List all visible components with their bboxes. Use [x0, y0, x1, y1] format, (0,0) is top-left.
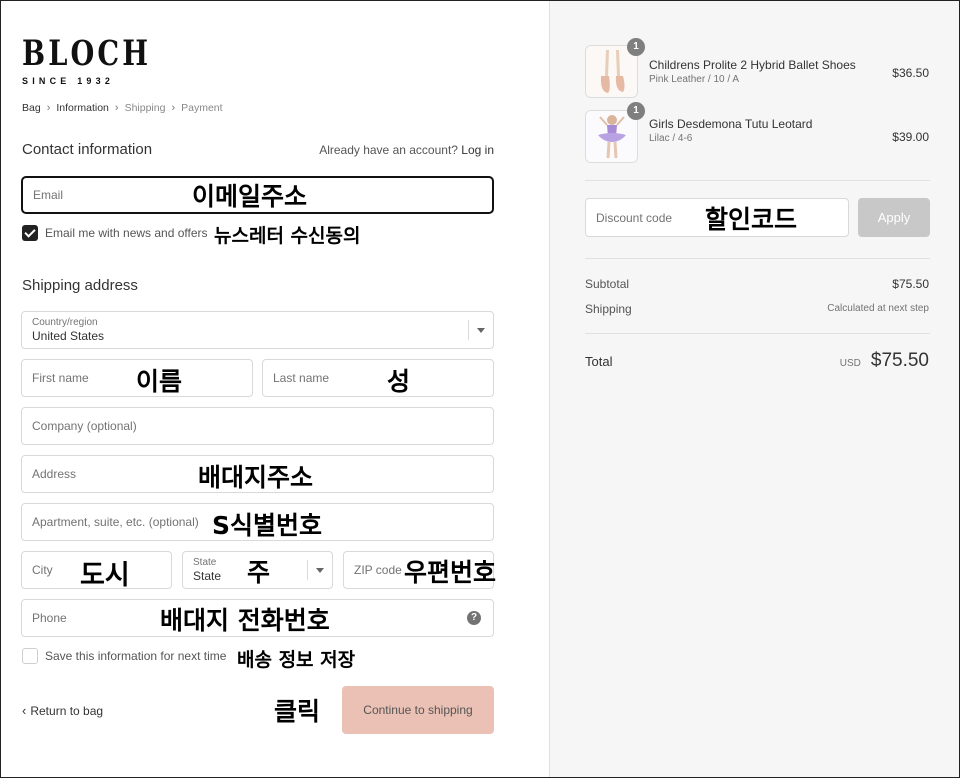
address-placeholder: Address	[32, 467, 77, 481]
country-label: Country/region	[32, 317, 98, 328]
newsletter-checkbox[interactable]	[22, 225, 38, 241]
apartment-placeholder: Apartment, suite, etc. (optional)	[32, 515, 199, 529]
state-value: State	[193, 569, 222, 583]
breadcrumb: Bag › Information › Shipping › Payment	[22, 102, 223, 114]
chevron-left-icon: ‹	[22, 703, 27, 718]
product-price: $39.00	[892, 130, 929, 144]
last-name-field[interactable]: Last name	[262, 359, 494, 397]
country-value: United States	[32, 329, 105, 343]
annotation-click: 클릭	[274, 697, 321, 726]
annotation-save: 배송 정보 저장	[237, 649, 356, 671]
annotation-last-name: 성	[387, 367, 411, 396]
last-name-placeholder: Last name	[273, 371, 330, 385]
phone-placeholder: Phone	[32, 611, 67, 625]
shipping-value: Calculated at next step	[827, 303, 929, 314]
country-select[interactable]: Country/region United States	[21, 311, 494, 349]
product-name: Childrens Prolite 2 Hybrid Ballet Shoes	[649, 58, 856, 72]
return-to-bag-link[interactable]: ‹ Return to bag	[22, 703, 103, 718]
chevron-right-icon: ›	[46, 102, 51, 114]
contact-title: Contact information	[22, 141, 153, 158]
annotation-city: 도시	[80, 560, 130, 591]
help-icon[interactable]: ?	[467, 611, 481, 625]
shipping-label: Shipping	[585, 302, 632, 316]
total-label: Total	[585, 354, 613, 369]
company-field[interactable]: Company (optional)	[21, 407, 494, 445]
save-info-checkbox[interactable]	[22, 648, 38, 664]
product-name: Girls Desdemona Tutu Leotard	[649, 117, 813, 131]
save-info-label: Save this information for next time	[45, 649, 227, 663]
product-variant: Lilac / 4-6	[649, 133, 693, 144]
breadcrumb-information: Information	[56, 102, 109, 114]
apply-button[interactable]: Apply	[858, 198, 930, 237]
shipping-title: Shipping address	[22, 277, 138, 294]
annotation-address: 배대지주소	[198, 463, 314, 492]
state-label: State	[193, 557, 217, 568]
return-label: Return to bag	[30, 703, 104, 718]
annotation-newsletter: 뉴스레터 수신동의	[214, 225, 361, 247]
discount-placeholder: Discount code	[596, 210, 673, 225]
total-value: $75.50	[870, 350, 929, 371]
chevron-right-icon: ›	[114, 102, 119, 114]
account-prompt-text: Already have an account?	[319, 143, 458, 157]
product-variant: Pink Leather / 10 / A	[649, 74, 740, 85]
login-link[interactable]: Log in	[461, 143, 494, 157]
chevron-down-icon	[307, 560, 332, 580]
first-name-placeholder: First name	[32, 371, 89, 385]
total-currency: USD	[839, 358, 861, 369]
zip-placeholder: ZIP code	[354, 563, 402, 577]
brand-logo[interactable]: BLOCH	[22, 36, 151, 72]
brand-tagline: SINCE 1932	[22, 76, 115, 86]
city-placeholder: City	[32, 563, 53, 577]
breadcrumb-payment: Payment	[181, 102, 223, 114]
annotation-apartment: S식별번호	[212, 511, 323, 540]
annotation-phone: 배대지 전화번호	[160, 606, 330, 635]
account-prompt: Already have an account? Log in	[319, 143, 494, 157]
quantity-badge: 1	[627, 38, 645, 56]
tutu-leotard-image	[586, 111, 637, 162]
chevron-down-icon	[468, 320, 493, 340]
continue-to-shipping-button[interactable]: Continue to shipping	[342, 686, 494, 734]
company-placeholder: Company (optional)	[32, 419, 137, 433]
annotation-first-name: 이름	[136, 367, 183, 396]
annotation-zip: 우편번호	[404, 558, 497, 587]
newsletter-label: Email me with news and offers	[45, 226, 208, 240]
quantity-badge: 1	[627, 102, 645, 120]
breadcrumb-bag[interactable]: Bag	[22, 102, 41, 114]
annotation-email: 이메일주소	[192, 182, 308, 211]
breadcrumb-shipping: Shipping	[124, 102, 166, 114]
divider	[585, 258, 930, 259]
annotation-state: 주	[247, 558, 271, 587]
email-placeholder: Email	[33, 188, 64, 202]
chevron-right-icon: ›	[171, 102, 176, 114]
annotation-discount: 할인코드	[705, 205, 798, 234]
subtotal-label: Subtotal	[585, 277, 630, 291]
total-amount: USD $75.50	[840, 350, 929, 372]
divider	[585, 180, 930, 181]
subtotal-value: $75.50	[892, 277, 929, 291]
product-price: $36.50	[892, 66, 929, 80]
divider	[585, 333, 930, 334]
